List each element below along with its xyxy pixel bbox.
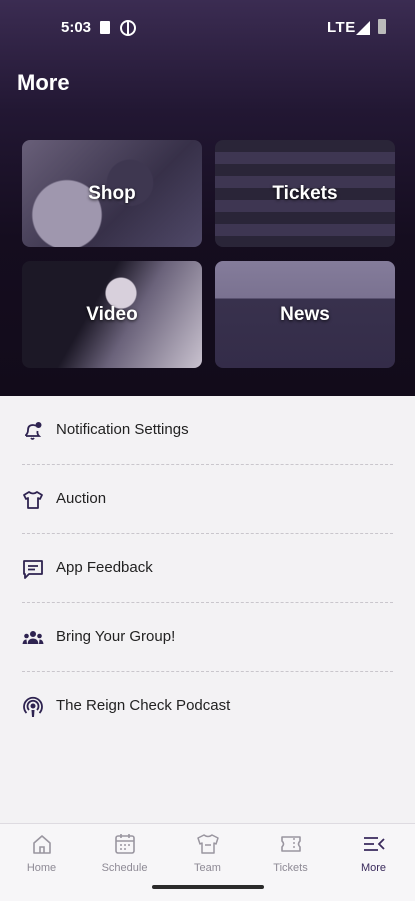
- tile-video-label: Video: [86, 303, 138, 325]
- tile-news-label: News: [280, 303, 330, 325]
- nav-tickets[interactable]: Tickets: [249, 824, 332, 884]
- header-area: 5:03 LTE More Shop Tickets Video News: [0, 0, 415, 396]
- sim-card-icon: [100, 21, 110, 34]
- menu-item-auction[interactable]: Auction: [0, 465, 415, 533]
- bell-gear-icon: [25, 422, 42, 440]
- nav-schedule[interactable]: Schedule: [83, 824, 166, 884]
- nav-team-label: Team: [194, 862, 221, 874]
- calendar-icon: [115, 834, 135, 854]
- status-time: 5:03: [61, 19, 92, 36]
- tile-video[interactable]: Video: [22, 261, 202, 368]
- menu-item-label: The Reign Check Podcast: [56, 697, 231, 714]
- menu-item-podcast[interactable]: The Reign Check Podcast: [0, 672, 415, 740]
- signal-icon: [356, 21, 370, 35]
- menu-item-label: App Feedback: [56, 559, 153, 576]
- podcast-icon: [23, 696, 43, 717]
- tile-shop-label: Shop: [88, 182, 136, 204]
- menu-item-bring-your-group[interactable]: Bring Your Group!: [0, 603, 415, 671]
- battery-icon: [378, 19, 386, 34]
- group-icon: [22, 631, 44, 644]
- ticket-icon: [281, 836, 301, 852]
- nav-home-label: Home: [26, 862, 57, 874]
- network-type: LTE: [327, 19, 356, 36]
- menu-item-notification-settings[interactable]: Notification Settings: [0, 396, 415, 464]
- home-icon: [33, 835, 51, 854]
- tile-news[interactable]: News: [215, 261, 395, 368]
- menu-item-label: Auction: [56, 490, 107, 507]
- nav-home[interactable]: Home: [0, 824, 83, 884]
- tile-tickets[interactable]: Tickets: [215, 140, 395, 247]
- bottom-nav: Home Schedule Team Tickets More: [0, 823, 415, 901]
- nav-team[interactable]: Team: [166, 824, 249, 884]
- gesture-bar[interactable]: [152, 885, 264, 889]
- vpn-icon: [120, 20, 136, 36]
- nav-tickets-label: Tickets: [273, 862, 308, 874]
- menu-item-label: Bring Your Group!: [56, 628, 176, 645]
- menu-item-label: Notification Settings: [56, 421, 189, 438]
- chat-icon: [23, 560, 43, 579]
- status-bar: 5:03 LTE: [0, 0, 415, 56]
- tile-shop[interactable]: Shop: [22, 140, 202, 247]
- jersey-icon: [197, 834, 219, 854]
- jersey-icon: [23, 491, 43, 509]
- nav-more-label: More: [360, 862, 387, 874]
- nav-more[interactable]: More: [332, 824, 415, 884]
- page-title: More: [17, 70, 70, 95]
- menu-item-app-feedback[interactable]: App Feedback: [0, 534, 415, 602]
- nav-schedule-label: Schedule: [101, 862, 148, 874]
- more-menu-icon: [364, 837, 385, 851]
- tile-tickets-label: Tickets: [272, 182, 338, 204]
